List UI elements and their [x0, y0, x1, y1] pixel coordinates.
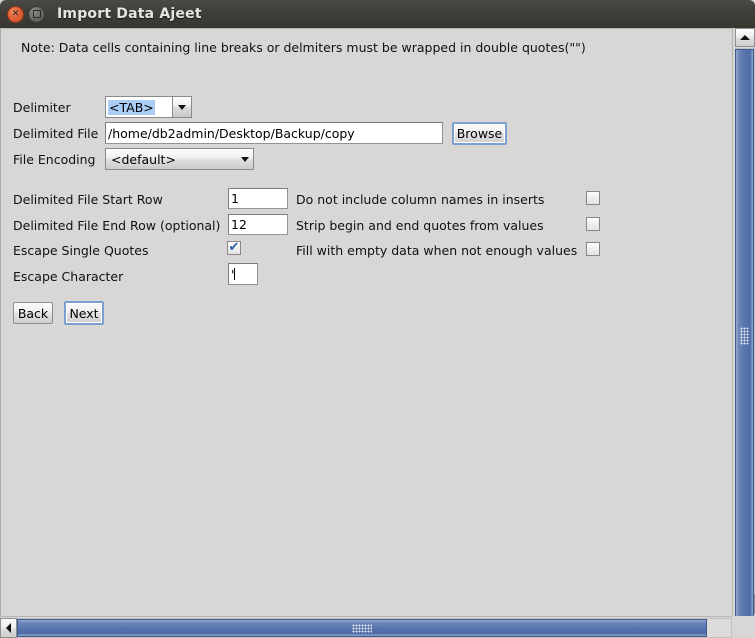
- back-button[interactable]: Back: [13, 302, 53, 324]
- scroll-grip-icon: [740, 327, 749, 345]
- fill-empty-label: Fill with empty data when not enough val…: [296, 243, 578, 258]
- horizontal-scroll-thumb[interactable]: [17, 619, 707, 637]
- delimited-file-label: Delimited File: [13, 126, 99, 141]
- delimiter-dropdown-button[interactable]: [172, 97, 191, 117]
- window-client-area: Note: Data cells containing line breaks …: [0, 28, 755, 638]
- triangle-up-icon: [740, 35, 750, 40]
- delimited-file-input[interactable]: /home/db2admin/Desktop/Backup/copy: [105, 122, 443, 144]
- strip-quotes-label: Strip begin and end quotes from values: [296, 218, 544, 233]
- delimiter-input[interactable]: <TAB>: [106, 97, 172, 117]
- window-title: Import Data Ajeet: [57, 6, 202, 22]
- end-row-input[interactable]: 12: [228, 214, 288, 235]
- escape-single-quotes-label: Escape Single Quotes: [13, 243, 149, 258]
- scroll-grip-icon: [352, 623, 372, 633]
- start-row-label: Delimited File Start Row: [13, 192, 163, 207]
- maximize-glyph: [32, 10, 41, 18]
- chevron-down-icon: [178, 104, 186, 110]
- text-caret: [234, 268, 236, 280]
- window-titlebar: ✕ Import Data Ajeet: [0, 0, 755, 28]
- delimiter-label: Delimiter: [13, 100, 71, 115]
- close-icon[interactable]: ✕: [7, 5, 24, 23]
- escape-single-quotes-checkbox[interactable]: ✔: [227, 241, 241, 255]
- triangle-left-icon: [6, 623, 11, 633]
- close-glyph: ✕: [11, 8, 20, 19]
- no-column-names-checkbox[interactable]: [586, 191, 600, 205]
- escape-character-input[interactable]: ': [228, 263, 258, 285]
- delimiter-value: <TAB>: [108, 99, 155, 115]
- file-encoding-combo[interactable]: <default>: [105, 148, 254, 170]
- escape-character-label: Escape Character: [13, 269, 124, 284]
- check-icon: ✔: [228, 240, 240, 255]
- chevron-down-icon: [241, 156, 249, 162]
- start-row-input[interactable]: 1: [228, 188, 288, 209]
- note-text: Note: Data cells containing line breaks …: [21, 40, 586, 55]
- import-form-panel: Note: Data cells containing line breaks …: [0, 28, 731, 616]
- strip-quotes-checkbox[interactable]: [586, 217, 600, 231]
- file-encoding-label: File Encoding: [13, 152, 96, 167]
- vertical-scrollbar[interactable]: [732, 28, 755, 623]
- end-row-label: Delimited File End Row (optional): [13, 218, 221, 233]
- scroll-up-button[interactable]: [735, 28, 755, 47]
- next-button[interactable]: Next: [64, 301, 104, 325]
- fill-empty-checkbox[interactable]: [586, 242, 600, 256]
- no-column-names-label: Do not include column names in inserts: [296, 192, 545, 207]
- horizontal-scrollbar[interactable]: [0, 616, 755, 638]
- import-data-window: ✕ Import Data Ajeet Note: Data cells con…: [0, 0, 755, 638]
- delimiter-combo[interactable]: <TAB>: [105, 96, 192, 118]
- file-encoding-value: <default>: [111, 151, 176, 167]
- window-controls: ✕: [7, 5, 45, 23]
- maximize-icon[interactable]: [28, 5, 45, 23]
- vertical-scroll-thumb[interactable]: [735, 49, 754, 623]
- browse-button[interactable]: Browse: [452, 122, 507, 145]
- scroll-left-button[interactable]: [0, 618, 17, 638]
- scrollbar-corner: [732, 616, 755, 638]
